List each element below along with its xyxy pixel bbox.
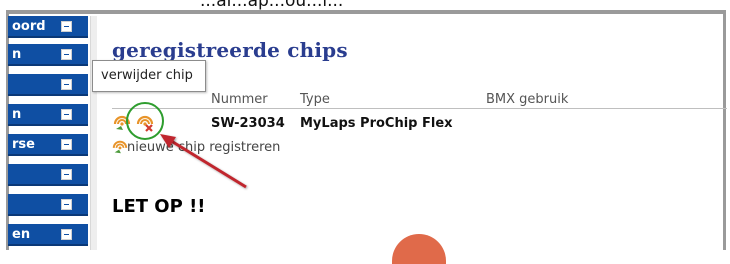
table-header-rule [112, 108, 727, 109]
chip-type: MyLaps ProChip Flex [300, 116, 453, 131]
tooltip: verwijder chip [92, 60, 206, 92]
collapse-icon[interactable] [61, 79, 72, 90]
sidebar-item-3[interactable] [8, 74, 88, 96]
top-cutoff-text: ...al...ap...ou...l... [0, 0, 730, 10]
sidebar-item-label: n [12, 47, 22, 62]
collapse-icon[interactable] [61, 49, 72, 60]
sidebar-item-label: en [12, 227, 31, 242]
notice-title: LET OP !! [112, 196, 206, 217]
sidebar-item-label: oord [12, 19, 46, 34]
sidebar-item-8[interactable]: en [8, 224, 88, 246]
register-chip-icon [112, 140, 128, 154]
sidebar-divider [90, 16, 97, 250]
sidebar-item-7[interactable] [8, 194, 88, 216]
sidebar-item-2[interactable]: n [8, 44, 88, 66]
sidebar-item-6[interactable] [8, 164, 88, 186]
collapse-icon[interactable] [61, 109, 72, 120]
column-header-bmx: BMX gebruik [486, 92, 569, 107]
red-arrow-icon [160, 134, 247, 189]
sidebar-item-label: rse [12, 137, 35, 152]
column-header-nummer: Nummer [211, 92, 268, 107]
collapse-icon[interactable] [61, 139, 72, 150]
collapse-icon[interactable] [61, 199, 72, 210]
sidebar-item-dashboard[interactable]: oord [8, 16, 88, 38]
collapse-icon[interactable] [61, 169, 72, 180]
page-title: geregistreerde chips [112, 38, 348, 62]
collapse-icon[interactable] [61, 21, 72, 32]
collapse-icon[interactable] [61, 229, 72, 240]
sidebar-item-5[interactable]: rse [8, 134, 88, 156]
sidebar-item-label: n [12, 107, 22, 122]
sidebar-item-4[interactable]: n [8, 104, 88, 126]
column-header-type: Type [300, 92, 330, 107]
sidebar-menu: oord n n rse en [8, 16, 88, 250]
